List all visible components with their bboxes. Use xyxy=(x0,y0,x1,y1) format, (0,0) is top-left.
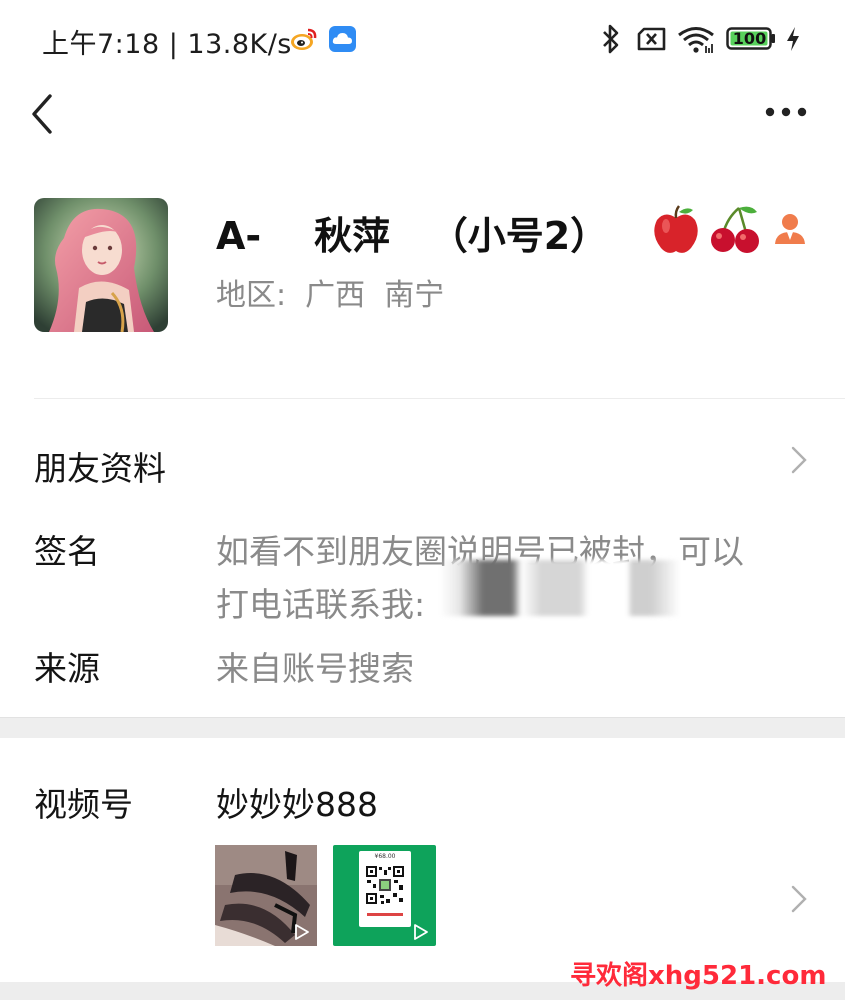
more-icon[interactable] xyxy=(764,104,808,120)
section-gap xyxy=(0,718,845,738)
battery-icon: 100 xyxy=(726,27,776,50)
profile-region: 地区: 广西 南宁 xyxy=(216,278,445,313)
qr-price: ¥68.00 xyxy=(374,853,396,860)
friend-info-row[interactable]: 朋友资料 xyxy=(0,420,845,500)
charging-icon xyxy=(787,27,799,51)
back-icon[interactable] xyxy=(28,92,58,136)
friend-info-label: 朋友资料 xyxy=(34,449,166,488)
chevron-right-icon xyxy=(791,446,807,474)
play-icon xyxy=(295,924,309,940)
chevron-right-icon xyxy=(791,885,807,913)
signature-label: 签名 xyxy=(34,532,100,571)
redacted-phone xyxy=(440,560,680,616)
avatar[interactable] xyxy=(34,198,168,332)
source-label: 来源 xyxy=(34,649,100,688)
profile-name: A- 秋萍 （小号2） xyxy=(216,214,609,258)
cloud-icon xyxy=(329,26,356,52)
status-time-speed: 上午7:18 | 13.8K/s xyxy=(42,29,292,60)
qr-card: ¥68.00 xyxy=(359,851,411,927)
no-sim-icon xyxy=(637,27,666,51)
channels-label: 视频号 xyxy=(34,785,133,824)
weibo-icon xyxy=(291,28,317,50)
apple-icon xyxy=(654,205,698,253)
bluetooth-icon xyxy=(603,24,619,54)
watermark: 寻欢阁xhg521.com xyxy=(570,961,827,991)
signature-line-2: 打电话联系我: xyxy=(216,585,426,624)
play-icon xyxy=(414,924,428,940)
qr-code-icon xyxy=(365,865,405,905)
qr-footer xyxy=(367,913,403,916)
cherry-icon xyxy=(711,206,759,253)
video-thumbnail[interactable]: ¥68.00 xyxy=(333,845,436,946)
battery-level: 100 xyxy=(732,29,767,48)
source-value: 来自账号搜索 xyxy=(216,649,414,688)
person-icon xyxy=(775,214,805,244)
wifi-icon xyxy=(678,27,714,53)
video-thumbnail[interactable] xyxy=(215,845,317,946)
channels-name: 妙妙妙888 xyxy=(216,785,378,824)
divider xyxy=(34,398,845,399)
